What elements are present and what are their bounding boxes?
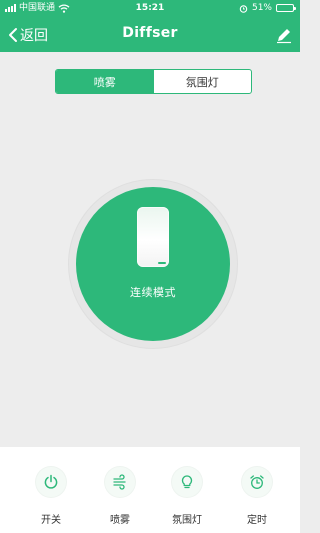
battery-icon <box>276 4 296 12</box>
alarm-clock-icon <box>242 467 272 497</box>
pencil-icon[interactable] <box>275 26 293 44</box>
header-bar: 中国联通 15:21 51% 返回 Diffser <box>0 0 300 52</box>
spray-button[interactable]: 喷雾 <box>90 461 150 531</box>
power-button[interactable]: 开关 <box>21 461 81 531</box>
mode-label: 连续模式 <box>130 286 176 299</box>
mode-dial-button[interactable]: 连续模式 <box>76 187 230 341</box>
power-icon <box>36 467 66 497</box>
mist-icon <box>105 467 135 497</box>
bulb-icon <box>172 467 202 497</box>
device-indicator-light <box>158 262 166 264</box>
diffuser-device-icon <box>137 207 169 267</box>
power-label: 开关 <box>41 515 61 526</box>
ambient-light-button[interactable]: 氛围灯 <box>157 461 217 531</box>
page-title: Diffser <box>122 25 178 41</box>
tab-spray[interactable]: 喷雾 <box>56 70 154 93</box>
bottom-toolbar: 开关 喷雾 氛围灯 定时 <box>0 447 300 533</box>
alarm-icon <box>239 4 248 13</box>
spray-label: 喷雾 <box>110 515 130 526</box>
status-bar: 中国联通 15:21 51% <box>0 0 300 16</box>
timer-label: 定时 <box>247 515 267 526</box>
mode-segment-control: 喷雾 氛围灯 <box>55 69 252 94</box>
battery-percent: 51% <box>251 3 272 13</box>
nav-bar: 返回 Diffser <box>0 18 300 52</box>
ambient-light-label: 氛围灯 <box>172 515 202 526</box>
timer-button[interactable]: 定时 <box>227 461 287 531</box>
tab-ambient-light[interactable]: 氛围灯 <box>154 70 252 93</box>
